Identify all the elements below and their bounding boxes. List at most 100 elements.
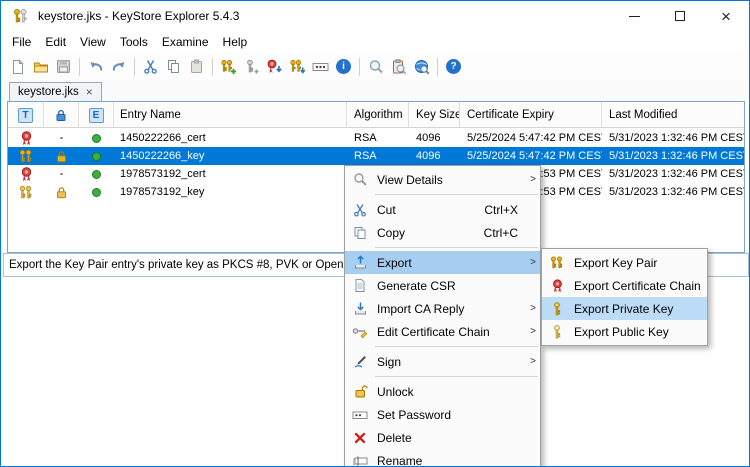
open-keystore-button[interactable]: [29, 55, 52, 78]
import-trusted-certificate-button[interactable]: [263, 55, 286, 78]
copy-icon: [166, 59, 181, 74]
tab-close-icon[interactable]: ×: [86, 86, 93, 98]
password-icon: [312, 60, 329, 74]
menu-item-sign[interactable]: Sign >: [345, 350, 540, 373]
menu-file[interactable]: File: [5, 32, 38, 52]
header-expiry-status-column[interactable]: E: [79, 102, 114, 128]
lock-column-icon: [55, 109, 67, 122]
submenu-item-export-certificate-chain[interactable]: Export Certificate Chain: [542, 274, 707, 297]
properties-button[interactable]: i: [332, 55, 355, 78]
examine-ssl-button[interactable]: [410, 55, 433, 78]
header-certificate-expiry[interactable]: Certificate Expiry: [460, 102, 602, 128]
menu-item-import-ca-reply[interactable]: Import CA Reply >: [345, 297, 540, 320]
toolbar: i ?: [2, 53, 748, 80]
tab-label: keystore.jks: [18, 86, 79, 98]
table-row-selected[interactable]: 1450222266_key RSA 4096 5/25/2024 5:47:4…: [8, 147, 744, 165]
header-last-modified[interactable]: Last Modified: [602, 102, 745, 128]
menu-edit[interactable]: Edit: [38, 32, 73, 52]
examine-clipboard-button[interactable]: [387, 55, 410, 78]
submenu-arrow-icon: >: [526, 326, 536, 337]
key-outline-icon: [546, 325, 568, 339]
menu-separator: [375, 376, 538, 377]
submenu-arrow-icon: >: [526, 174, 536, 185]
menu-item-edit-certificate-chain[interactable]: Edit Certificate Chain >: [345, 320, 540, 343]
entry-name: 1450222266_key: [120, 150, 204, 162]
magnifier-icon: [349, 172, 371, 187]
window-title: keystore.jks - KeyStore Explorer 5.4.3: [38, 9, 239, 23]
menu-item-generate-csr[interactable]: Generate CSR: [345, 274, 540, 297]
import-key-pair-button[interactable]: [286, 55, 309, 78]
table-row[interactable]: - 1450222266_cert RSA 4096 5/25/2024 5:4…: [8, 129, 744, 147]
entry-name: 1978573192_cert: [120, 168, 206, 180]
menu-help[interactable]: Help: [216, 32, 255, 52]
header-entry-name[interactable]: Entry Name: [114, 102, 347, 128]
algorithm: RSA: [354, 150, 377, 162]
copy-button[interactable]: [162, 55, 185, 78]
examine-file-button[interactable]: [364, 55, 387, 78]
redo-button[interactable]: [107, 55, 130, 78]
last-modified: 5/31/2023 1:32:46 PM CEST: [609, 150, 745, 162]
minimize-button[interactable]: [611, 1, 657, 31]
save-keystore-button[interactable]: [52, 55, 75, 78]
pen-icon: [349, 354, 371, 369]
submenu-item-export-public-key[interactable]: Export Public Key: [542, 320, 707, 343]
close-button[interactable]: ×: [703, 1, 749, 31]
toolbar-separator: [79, 58, 80, 76]
delete-icon: [349, 431, 371, 445]
undo-button[interactable]: [84, 55, 107, 78]
title-bar: keystore.jks - KeyStore Explorer 5.4.3 ×: [1, 1, 749, 31]
menu-tools[interactable]: Tools: [113, 32, 155, 52]
toolbar-separator: [437, 58, 438, 76]
menu-item-copy[interactable]: Copy Ctrl+C: [345, 221, 540, 244]
menu-item-unlock[interactable]: Unlock: [345, 380, 540, 403]
maximize-icon: [675, 11, 685, 21]
key-pencil-icon: [349, 325, 371, 339]
rename-icon: [349, 455, 371, 467]
undo-icon: [88, 59, 104, 75]
menu-examine[interactable]: Examine: [155, 32, 216, 52]
redo-icon: [111, 59, 127, 75]
toolbar-separator: [212, 58, 213, 76]
info-icon: i: [336, 59, 351, 74]
key-gold-icon: [546, 302, 568, 316]
globe-search-icon: [414, 59, 430, 75]
status-text: Export the Key Pair entry's private key …: [9, 259, 365, 271]
password-icon: [349, 409, 371, 421]
cut-button[interactable]: [139, 55, 162, 78]
header-algorithm[interactable]: Algorithm: [347, 102, 409, 128]
toolbar-separator: [134, 58, 135, 76]
generate-key-pair-button[interactable]: [217, 55, 240, 78]
expiry-ok-icon: [92, 170, 101, 179]
generate-secret-key-button[interactable]: [240, 55, 263, 78]
set-password-button[interactable]: [309, 55, 332, 78]
header-type-column[interactable]: T: [8, 102, 44, 128]
help-button[interactable]: ?: [442, 55, 465, 78]
certificate-import-icon: [266, 59, 283, 75]
submenu-item-export-private-key[interactable]: Export Private Key: [542, 297, 707, 320]
menu-item-view-details[interactable]: View Details >: [345, 168, 540, 191]
menu-view[interactable]: View: [73, 32, 113, 52]
last-modified: 5/31/2023 1:32:46 PM CEST: [609, 186, 745, 198]
entry-name: 1978573192_key: [120, 186, 204, 198]
paste-button[interactable]: [185, 55, 208, 78]
menu-item-delete[interactable]: Delete: [345, 426, 540, 449]
minimize-icon: [629, 16, 640, 17]
maximize-button[interactable]: [657, 1, 703, 31]
menu-item-export[interactable]: Export >: [345, 251, 540, 274]
export-submenu: Export Key Pair Export Certificate Chain…: [541, 248, 708, 346]
certificate-icon: [546, 279, 568, 293]
key-size: 4096: [416, 150, 440, 162]
new-keystore-button[interactable]: [6, 55, 29, 78]
menu-item-cut[interactable]: Cut Ctrl+X: [345, 198, 540, 221]
menu-item-rename[interactable]: Rename: [345, 449, 540, 467]
header-key-size[interactable]: Key Size: [409, 102, 460, 128]
submenu-item-export-key-pair[interactable]: Export Key Pair: [542, 251, 707, 274]
key-pair-import-icon: [289, 59, 306, 75]
tab-keystore-jks[interactable]: keystore.jks ×: [9, 82, 102, 101]
tab-bar: keystore.jks ×: [2, 80, 748, 101]
menu-item-set-password[interactable]: Set Password: [345, 403, 540, 426]
expiry-ok-icon: [92, 134, 101, 143]
key-pair-icon: [8, 147, 44, 165]
certificate-expiry: 5/25/2024 5:47:42 PM CEST: [467, 132, 602, 144]
header-lock-column[interactable]: [44, 102, 79, 128]
